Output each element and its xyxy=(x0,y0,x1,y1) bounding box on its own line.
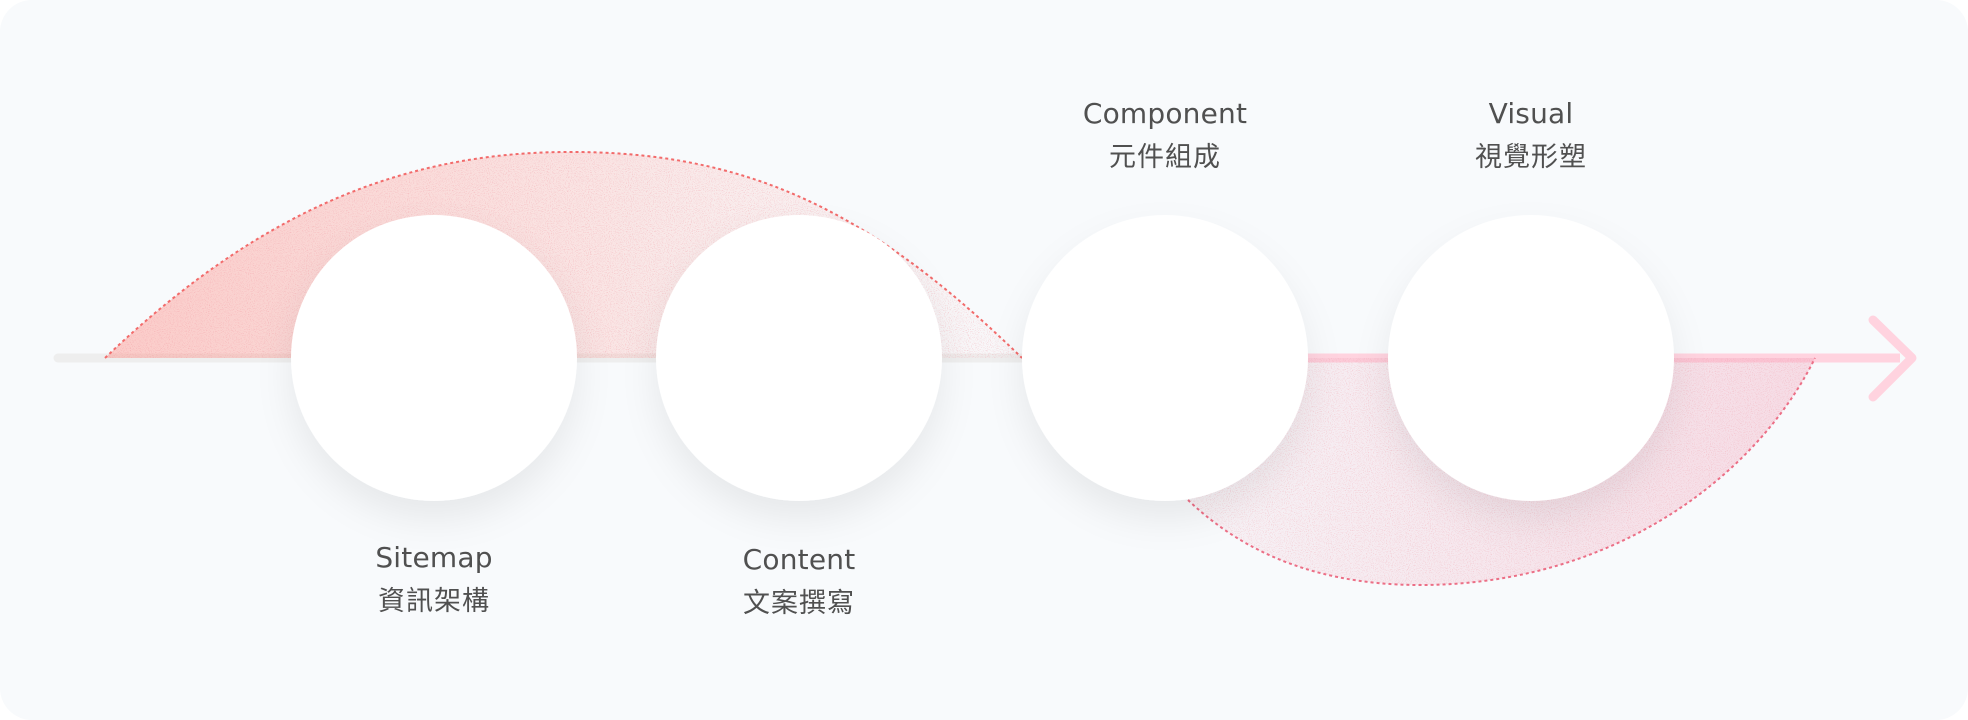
step-circle-sitemap xyxy=(291,215,577,501)
step-label-sitemap: Sitemap 資訊架構 xyxy=(304,536,564,624)
step-title-zh: 文案撰寫 xyxy=(743,588,855,619)
step-title-zh: 視覺形塑 xyxy=(1475,142,1587,173)
step-title-en: Visual xyxy=(1488,97,1574,130)
step-title-en: Component xyxy=(1082,97,1248,130)
step-title-en: Content xyxy=(742,543,856,576)
step-label-visual: Visual 視覺形塑 xyxy=(1401,92,1661,180)
step-circle-visual xyxy=(1388,215,1674,501)
step-circle-content xyxy=(656,215,942,501)
step-circle-component xyxy=(1022,215,1308,501)
step-title-zh: 資訊架構 xyxy=(378,586,490,617)
process-diagram: Sitemap 資訊架構 Content 文案撰寫 Component 元件組成… xyxy=(0,0,1968,720)
step-title-en: Sitemap xyxy=(375,541,493,574)
step-label-component: Component 元件組成 xyxy=(1035,92,1295,180)
process-flow-graphic xyxy=(53,150,1917,587)
step-label-content: Content 文案撰寫 xyxy=(669,538,929,626)
step-title-zh: 元件組成 xyxy=(1109,142,1221,173)
